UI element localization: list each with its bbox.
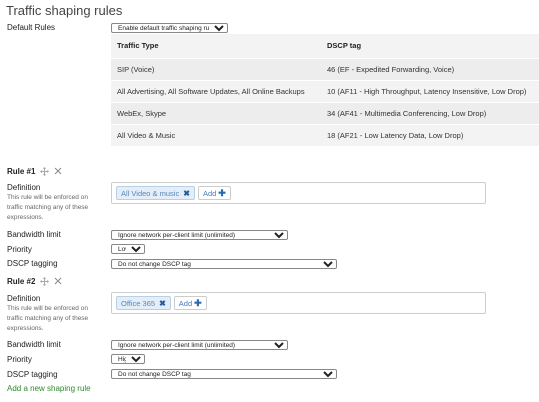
dscp-tag-cell: 10 (AF11 - High Throughput, Latency Inse… — [321, 79, 539, 102]
rule-2-header: Rule #2 — [7, 277, 63, 286]
table-row: All Advertising, All Software Updates, A… — [111, 79, 539, 102]
add-label: Add — [202, 188, 217, 198]
rule-2-priority-select[interactable]: High — [111, 354, 145, 364]
close-icon[interactable] — [54, 167, 63, 176]
expression-tag: Office 365 ✖ — [116, 296, 171, 310]
remove-tag-icon[interactable]: ✖ — [159, 299, 166, 308]
rule-1-dscp-label: DSCP tagging — [7, 259, 58, 268]
plus-icon: ✚ — [194, 297, 202, 308]
add-expression-button[interactable]: Add ✚ — [197, 186, 231, 200]
rule-1-definition-box[interactable]: All Video & music ✖ Add ✚ — [111, 182, 486, 204]
rule-2-bandwidth-select[interactable]: Ignore network per-client limit (unlimit… — [111, 340, 288, 350]
rule-1-bandwidth-label: Bandwidth limit — [7, 230, 61, 239]
rule-2-definition-help: This rule will be enforced on traffic ma… — [7, 305, 89, 332]
rule-1-title: Rule #1 — [7, 167, 36, 176]
rule-1-header: Rule #1 — [7, 167, 63, 176]
rule-1-definition-label: Definition — [7, 183, 41, 192]
rule-1-dscp-select[interactable]: Do not change DSCP tag — [111, 259, 337, 269]
table-row: WebEx, Skype 34 (AF41 - Multimedia Confe… — [111, 101, 539, 124]
add-label: Add — [178, 298, 193, 308]
default-rules-table: Traffic Type DSCP tag SIP (Voice) 46 (EF… — [111, 34, 539, 146]
add-shaping-rule-link[interactable]: Add a new shaping rule — [7, 384, 91, 393]
rule-2-dscp-select[interactable]: Do not change DSCP tag — [111, 369, 337, 379]
rule-2-dscp-label: DSCP tagging — [7, 370, 58, 379]
traffic-type-cell: SIP (Voice) — [111, 57, 321, 80]
page-title: Traffic shaping rules — [6, 3, 123, 18]
default-rules-label: Default Rules — [7, 23, 56, 32]
traffic-type-cell: WebEx, Skype — [111, 101, 321, 124]
plus-icon: ✚ — [218, 187, 226, 198]
close-icon[interactable] — [54, 277, 63, 286]
header-dscp-tag: DSCP tag — [327, 41, 362, 51]
default-rules-select[interactable]: Enable default traffic shaping rules — [111, 23, 228, 33]
dscp-tag-cell: 18 (AF21 - Low Latency Data, Low Drop) — [321, 123, 539, 146]
add-expression-button[interactable]: Add ✚ — [173, 296, 207, 310]
traffic-type-cell: All Video & Music — [111, 123, 321, 146]
rule-1-definition-help: This rule will be enforced on traffic ma… — [7, 194, 89, 221]
move-icon[interactable] — [40, 277, 50, 286]
rule-1-bandwidth-select[interactable]: Ignore network per-client limit (unlimit… — [111, 230, 288, 240]
tag-label: All Video & music — [121, 188, 180, 198]
tag-label: Office 365 — [121, 298, 156, 308]
expression-tag: All Video & music ✖ — [116, 186, 195, 200]
rule-2-title: Rule #2 — [7, 277, 36, 286]
rule-2-definition-label: Definition — [7, 294, 41, 303]
header-traffic-type: Traffic Type — [117, 41, 159, 51]
table-row: SIP (Voice) 46 (EF - Expedited Forwardin… — [111, 57, 539, 80]
rule-2-bandwidth-label: Bandwidth limit — [7, 340, 61, 349]
remove-tag-icon[interactable]: ✖ — [183, 189, 190, 198]
dscp-tag-cell: 34 (AF41 - Multimedia Conferencing, Low … — [321, 101, 539, 124]
rule-2-priority-label: Priority — [7, 355, 32, 364]
rule-2-definition-box[interactable]: Office 365 ✖ Add ✚ — [111, 292, 486, 314]
rule-1-priority-select[interactable]: Low — [111, 244, 145, 254]
table-row: All Video & Music 18 (AF21 - Low Latency… — [111, 123, 539, 146]
dscp-tag-cell: 46 (EF - Expedited Forwarding, Voice) — [321, 57, 539, 80]
traffic-type-cell: All Advertising, All Software Updates, A… — [111, 79, 321, 102]
table-header-row: Traffic Type DSCP tag — [111, 34, 539, 58]
rule-1-priority-label: Priority — [7, 245, 32, 254]
move-icon[interactable] — [40, 167, 50, 176]
